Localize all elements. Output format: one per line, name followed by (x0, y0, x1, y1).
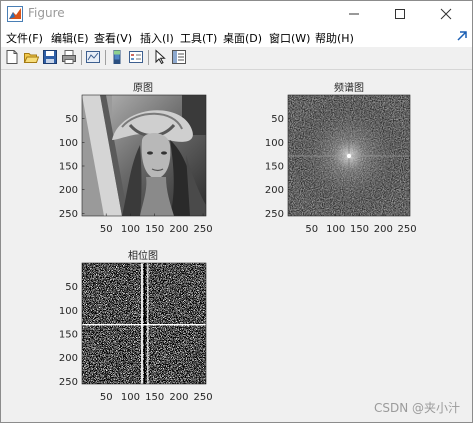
window-title: Figure (28, 6, 65, 20)
ytick-label: 150 (59, 330, 78, 341)
toolbar-separator (148, 50, 149, 65)
ytick-label: 150 (265, 162, 284, 173)
title-bar: Figure (1, 1, 472, 27)
xtick-label: 100 (326, 224, 345, 235)
ytick-label: 250 (59, 209, 78, 220)
plot-title-phase: 相位图 (128, 249, 158, 262)
ytick-label: 50 (271, 114, 284, 125)
ytick-label: 250 (59, 377, 78, 388)
ytick-label: 50 (65, 282, 78, 293)
ytick-label: 200 (59, 353, 78, 364)
spectrum-image (288, 95, 410, 216)
xtick-label: 200 (169, 392, 188, 403)
menu-tools[interactable]: 工具(T) (180, 30, 217, 46)
xtick-label: 50 (100, 224, 113, 235)
ytick-label: 50 (65, 114, 78, 125)
close-icon[interactable] (423, 1, 469, 27)
xtick-label: 200 (169, 224, 188, 235)
figure-canvas: 原图 50 100 150 200 250 50 100 150 200 250… (1, 70, 472, 422)
xtick-label: 50 (305, 224, 318, 235)
xtick-label: 200 (374, 224, 393, 235)
pointer-icon[interactable] (152, 49, 168, 65)
xtick-label: 150 (350, 224, 369, 235)
menu-bar: 文件(F) 编辑(E) 查看(V) 插入(I) 工具(T) 桌面(D) 窗口(W… (1, 27, 472, 47)
save-icon[interactable] (42, 49, 58, 65)
menu-window[interactable]: 窗口(W) (269, 30, 310, 46)
toolbar-separator (105, 50, 106, 65)
xtick-label: 100 (121, 224, 140, 235)
xtick-label: 250 (398, 224, 417, 235)
dock-arrow-icon[interactable] (455, 29, 469, 43)
menu-view[interactable]: 查看(V) (94, 30, 132, 46)
minimize-icon[interactable] (331, 1, 377, 27)
plot-title-spectrum: 频谱图 (334, 81, 364, 94)
link-plot-icon[interactable] (85, 49, 101, 65)
axes-phase: 相位图 50 100 150 200 250 50 100 150 200 25… (59, 249, 213, 403)
ytick-label: 100 (59, 306, 78, 317)
ytick-label: 100 (59, 138, 78, 149)
menu-desktop[interactable]: 桌面(D) (223, 30, 262, 46)
axes-original: 原图 50 100 150 200 250 50 100 150 200 250 (59, 82, 213, 235)
xtick-label: 250 (194, 224, 213, 235)
xtick-label: 150 (145, 224, 164, 235)
menu-edit[interactable]: 编辑(E) (51, 30, 89, 46)
ytick-label: 200 (265, 185, 284, 196)
figure-window: Figure 文件(F) 编辑(E) 查看(V) 插入(I) 工具(T) 桌面(… (0, 0, 473, 423)
xtick-label: 50 (100, 392, 113, 403)
menu-insert[interactable]: 插入(I) (140, 30, 174, 46)
ytick-label: 150 (59, 162, 78, 173)
colorbar-icon[interactable] (109, 49, 125, 65)
original-image (82, 95, 206, 216)
legend-icon[interactable] (128, 49, 144, 65)
phase-image (82, 263, 206, 384)
matlab-logo-icon (7, 6, 23, 22)
watermark: CSDN @夹小汁 (373, 401, 460, 415)
open-folder-icon[interactable] (23, 49, 39, 65)
plot-title-original: 原图 (133, 82, 153, 94)
ytick-label: 250 (265, 209, 284, 220)
toolbar (1, 47, 472, 70)
new-figure-icon[interactable] (4, 49, 20, 65)
ytick-label: 100 (265, 138, 284, 149)
xtick-label: 250 (194, 392, 213, 403)
xtick-label: 100 (121, 392, 140, 403)
toolbar-separator (81, 50, 82, 65)
menu-help[interactable]: 帮助(H) (315, 30, 354, 46)
property-inspector-icon[interactable] (171, 49, 187, 65)
xtick-label: 150 (145, 392, 164, 403)
print-icon[interactable] (61, 49, 77, 65)
maximize-icon[interactable] (377, 1, 423, 27)
axes-spectrum: 频谱图 50 100 150 200 250 50 100 150 200 25… (265, 81, 417, 235)
menu-file[interactable]: 文件(F) (6, 30, 43, 46)
ytick-label: 200 (59, 185, 78, 196)
